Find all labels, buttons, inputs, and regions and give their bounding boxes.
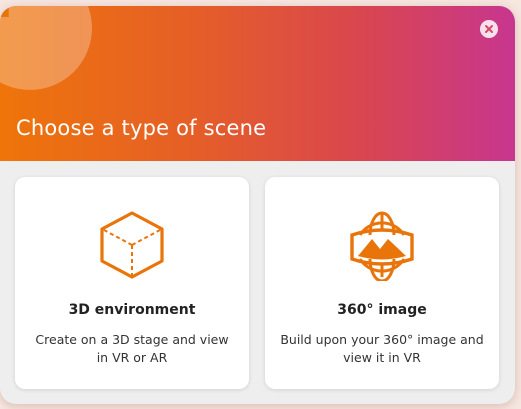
option-card-3d-environment[interactable]: 3D environment Create on a 3D stage and … (15, 177, 249, 389)
question-mark-icon: ? (0, 6, 21, 30)
option-description: Build upon your 360° image and view it i… (280, 332, 484, 365)
cube-icon (100, 211, 164, 279)
panorama-globe-icon (350, 211, 414, 281)
help-badge: ? (0, 6, 92, 90)
dialog-title: Choose a type of scene (16, 116, 267, 140)
option-title: 360° image (337, 302, 427, 318)
dialog-header: ? Choose a type of scene (0, 6, 515, 161)
close-icon (485, 25, 493, 33)
option-card-360-image[interactable]: 360° image Build upon your 360° image an… (265, 177, 499, 389)
close-button[interactable] (480, 20, 498, 38)
option-description: Create on a 3D stage and view in VR or A… (35, 332, 229, 365)
option-title: 3D environment (68, 302, 196, 318)
scene-type-dialog: ? Choose a type of scene 3D environment … (0, 6, 515, 404)
